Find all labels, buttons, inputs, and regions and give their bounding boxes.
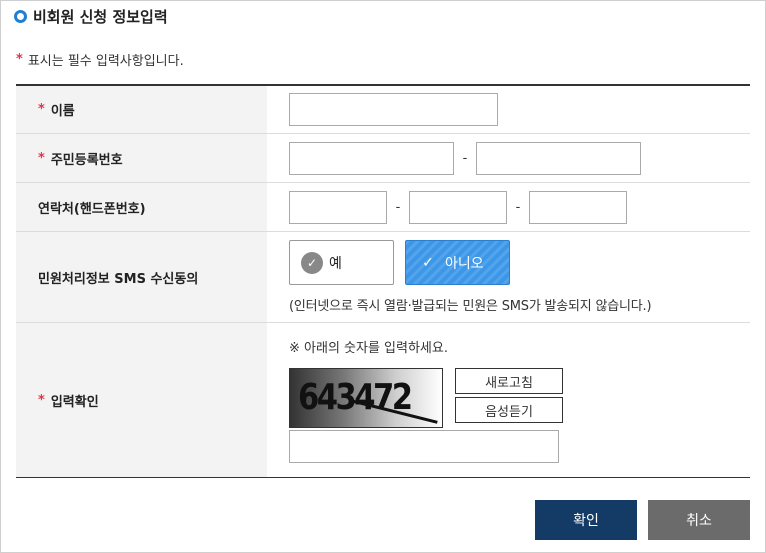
phone-last-input[interactable] — [529, 190, 627, 224]
sms-no-option[interactable]: ✓ 아니오 — [405, 240, 510, 285]
row-rrn: * 주민등록번호 - — [16, 134, 750, 183]
phone-label-text: 연락처(핸드폰번호) — [38, 201, 146, 217]
rrn-label: * 주민등록번호 — [16, 134, 267, 182]
sms-yes-option[interactable]: ✓ 예 — [289, 240, 394, 285]
rrn-separator: - — [462, 150, 468, 166]
sms-yes-label: 예 — [329, 255, 342, 272]
phone-middle-input[interactable] — [409, 190, 507, 224]
phone-separator-1: - — [395, 199, 401, 215]
check-icon: ✓ — [301, 251, 323, 274]
rrn-first-input[interactable] — [289, 141, 454, 175]
sms-label: 민원처리정보 SMS 수신동의 — [16, 232, 267, 322]
sms-no-label: 아니오 — [445, 255, 484, 272]
sms-field: ✓ 예 ✓ 아니오 (인터넷으로 즉시 열람·발급되는 민원은 SMS가 발송되… — [267, 232, 750, 322]
required-asterisk-icon: * — [38, 150, 45, 166]
application-form: * 이름 * 주민등록번호 - 연락처(핸드폰번호) - - 민원처리정보 SM… — [16, 84, 750, 478]
captcha-input[interactable] — [289, 430, 559, 463]
check-icon: ✓ — [422, 254, 434, 271]
captcha-note: ※ 아래의 숫자를 입력하세요. — [289, 341, 448, 356]
title-bullet-icon — [14, 9, 27, 23]
captcha-field: ※ 아래의 숫자를 입력하세요. 643472 새로고침 음성듣기 — [267, 323, 750, 477]
row-phone: 연락처(핸드폰번호) - - — [16, 183, 750, 232]
confirm-button[interactable]: 확인 — [535, 500, 637, 540]
rrn-second-input[interactable] — [476, 141, 641, 175]
captcha-label: * 입력확인 — [16, 323, 267, 477]
row-name: * 이름 — [16, 86, 750, 134]
required-note: * 표시는 필수 입력사항입니다. — [16, 50, 184, 69]
required-asterisk-icon: * — [16, 52, 23, 67]
captcha-audio-button[interactable]: 음성듣기 — [455, 397, 563, 423]
sms-note: (인터넷으로 즉시 열람·발급되는 민원은 SMS가 발송되지 않습니다.) — [289, 299, 652, 314]
rrn-label-text: 주민등록번호 — [50, 152, 123, 168]
name-input[interactable] — [289, 93, 498, 126]
name-label: * 이름 — [16, 86, 267, 133]
sms-consent-group: ✓ 예 ✓ 아니오 (인터넷으로 즉시 열람·발급되는 민원은 SMS가 발송되… — [289, 240, 652, 314]
captcha-image: 643472 — [289, 368, 443, 428]
phone-field: - - — [267, 183, 750, 231]
phone-first-input[interactable] — [289, 190, 387, 224]
captcha-label-text: 입력확인 — [50, 394, 99, 410]
captcha-group: ※ 아래의 숫자를 입력하세요. 643472 새로고침 음성듣기 — [289, 337, 563, 463]
required-note-text: 표시는 필수 입력사항입니다. — [27, 54, 184, 69]
required-asterisk-icon: * — [38, 102, 45, 117]
captcha-refresh-button[interactable]: 새로고침 — [455, 368, 563, 394]
phone-label: 연락처(핸드폰번호) — [16, 183, 267, 231]
page-title-text: 비회원 신청 정보입력 — [33, 7, 168, 26]
sms-label-text: 민원처리정보 SMS 수신동의 — [38, 271, 199, 287]
cancel-button[interactable]: 취소 — [648, 500, 750, 540]
phone-separator-2: - — [515, 199, 521, 215]
page-title: 비회원 신청 정보입력 — [14, 4, 168, 28]
row-captcha: * 입력확인 ※ 아래의 숫자를 입력하세요. 643472 새로고침 음성듣기 — [16, 323, 750, 477]
captcha-row: 643472 새로고침 음성듣기 — [289, 368, 563, 428]
row-sms-consent: 민원처리정보 SMS 수신동의 ✓ 예 ✓ 아니오 (인터넷으로 즉시 열람·발… — [16, 232, 750, 323]
required-asterisk-icon: * — [38, 392, 45, 408]
sms-option-buttons: ✓ 예 ✓ 아니오 — [289, 240, 651, 285]
name-label-text: 이름 — [50, 104, 75, 119]
captcha-buttons: 새로고침 음성듣기 — [455, 368, 563, 428]
rrn-field: - — [267, 134, 750, 182]
form-actions: 확인 취소 — [535, 500, 750, 540]
name-field — [267, 86, 750, 133]
